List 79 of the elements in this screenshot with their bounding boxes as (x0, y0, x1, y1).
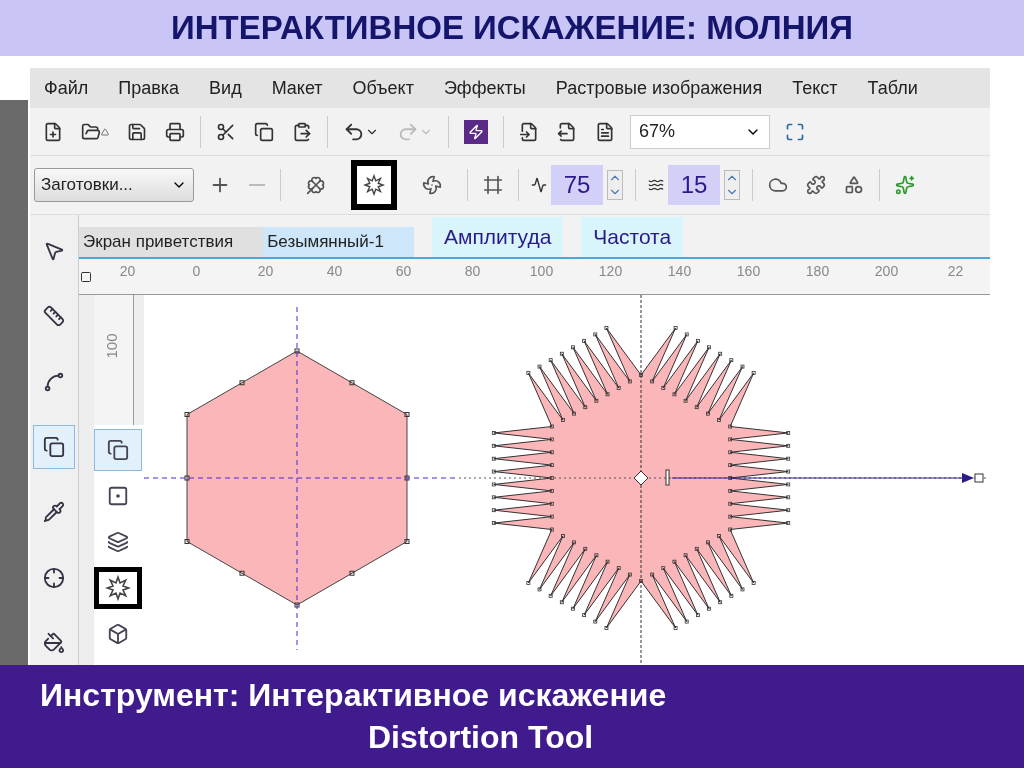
crosshair-icon (43, 566, 65, 589)
ruler-label: 200 (873, 262, 900, 279)
eyedropper-icon (43, 501, 65, 524)
ruler-label: 20 (256, 262, 275, 279)
folder-icon (81, 121, 101, 142)
flyout-tool-button[interactable] (94, 567, 142, 609)
frame-icon (483, 175, 503, 195)
distortion-vector-arrow[interactable] (671, 473, 974, 483)
save-icon (127, 121, 147, 142)
ruler-icon (43, 305, 65, 328)
menu-item[interactable]: Текст (792, 77, 838, 99)
starburst-icon (105, 575, 131, 601)
menu-item[interactable]: Растровые изображения (555, 77, 763, 99)
ruler-label: 100 (528, 262, 555, 279)
new-file-icon (43, 121, 63, 142)
center-handle[interactable] (633, 470, 649, 486)
printer-icon (165, 121, 185, 142)
ruler-label: 0 (191, 262, 202, 279)
ruler-label: 160 (735, 262, 762, 279)
distortion-mode-button[interactable] (351, 160, 397, 210)
frequency-field[interactable]: 15 (668, 165, 720, 205)
document-tab[interactable]: Безымянный-1 (263, 227, 414, 257)
ruler-label: 100 (102, 333, 121, 359)
slide-title: ИНТЕРАКТИВНОЕ ИСКАЖЕНИЕ: МОЛНИЯ (171, 9, 853, 47)
caption-text: Distortion Tool (367, 717, 595, 757)
lightning-logo-icon (464, 119, 488, 144)
scissors-icon (216, 121, 236, 142)
document-tab[interactable]: Экран приветствия (79, 227, 264, 257)
paint-bucket-icon (43, 632, 65, 655)
ruler-label: 80 (463, 262, 482, 279)
wave-icon (648, 177, 664, 193)
sparkles-icon (895, 175, 915, 195)
menu-item[interactable]: Правка (118, 77, 180, 99)
ruler-label: 120 (597, 262, 624, 279)
document-icon (595, 121, 615, 142)
minus-icon (249, 184, 265, 186)
box-icon (107, 623, 129, 645)
starburst-icon (363, 174, 385, 196)
ruler-label: 180 (804, 262, 831, 279)
menu-item[interactable]: Эффекты (443, 77, 526, 99)
ruler-label: 22 (946, 262, 965, 279)
menu-item[interactable]: Объект (352, 77, 414, 99)
callout-label: Частота (581, 217, 684, 257)
presets-dropdown[interactable]: Заготовки... (34, 168, 194, 202)
amplitude-field[interactable]: 75 (551, 165, 603, 205)
cloud-icon (768, 175, 788, 195)
ruler-label: 140 (666, 262, 693, 279)
connector-icon (43, 370, 65, 393)
flyout-tool-button[interactable] (94, 429, 142, 471)
file-import-icon (519, 121, 539, 142)
menu-item[interactable]: Табли (867, 77, 918, 99)
copy-icon (43, 435, 65, 458)
caption-text: Инструмент: Интерактивное искажение (40, 675, 668, 715)
fit-page-icon (785, 121, 805, 142)
amplitude-handle[interactable] (665, 469, 670, 486)
copy-icon (107, 439, 129, 461)
clover-icon (306, 175, 326, 195)
caret-icon (101, 127, 109, 136)
ruler-label: 20 (118, 262, 137, 279)
menu-item[interactable]: Макет (271, 77, 323, 99)
puzzle-icon (806, 175, 826, 195)
layers-icon (107, 531, 129, 553)
end-handle[interactable] (974, 473, 984, 483)
amplitude-spinner[interactable] (607, 170, 623, 200)
callout-label: Амплитуда (431, 217, 564, 257)
menu-item[interactable]: Файл (44, 77, 89, 99)
frequency-spinner[interactable] (724, 170, 740, 200)
tool-button[interactable] (33, 425, 75, 469)
clipboard-icon (292, 121, 312, 142)
copy-icon (254, 121, 274, 142)
shapes-icon (844, 175, 864, 195)
fan-icon (422, 175, 442, 195)
zoom-field[interactable]: 67% (630, 114, 770, 149)
wave-icon (531, 177, 547, 193)
ruler-label: 60 (394, 262, 413, 279)
menu-item[interactable]: Вид (209, 77, 242, 99)
ruler-label: 40 (325, 262, 344, 279)
file-export-icon (557, 121, 577, 142)
ruler-origin-icon (80, 270, 92, 283)
